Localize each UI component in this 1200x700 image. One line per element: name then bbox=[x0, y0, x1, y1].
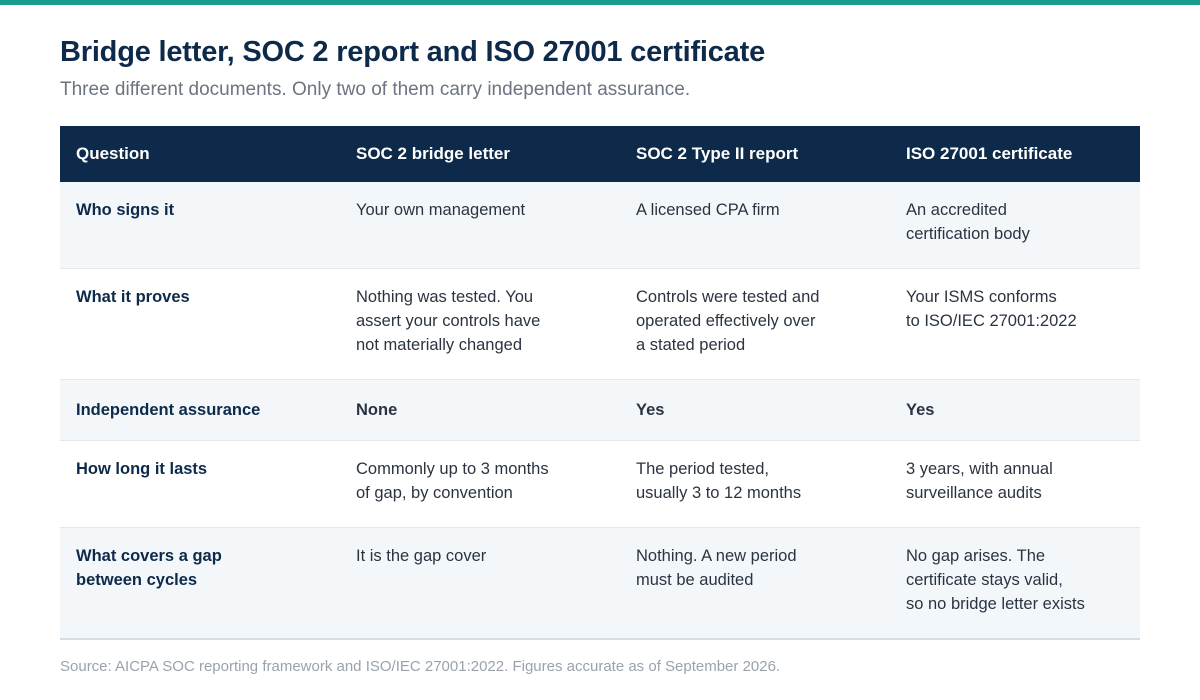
cell-iso-certificate: 3 years, with annual surveillance audits bbox=[890, 440, 1140, 528]
cell-soc2-report: The period tested, usually 3 to 12 months bbox=[620, 440, 890, 528]
cell-iso-certificate: Your ISMS conforms to ISO/IEC 27001:2022 bbox=[890, 268, 1140, 380]
row-question: How long it lasts bbox=[60, 440, 340, 528]
assurance-none-value: None bbox=[340, 379, 620, 441]
page-title: Bridge letter, SOC 2 report and ISO 2700… bbox=[60, 36, 765, 68]
cell-bridge-letter: Nothing was tested. You assert your contr… bbox=[340, 268, 620, 380]
row-question: What covers a gap between cycles bbox=[60, 527, 340, 640]
cell-bridge-letter: Commonly up to 3 months of gap, by conven… bbox=[340, 440, 620, 528]
cell-bridge-letter: Your own management bbox=[340, 182, 620, 269]
assurance-yes-value: Yes bbox=[890, 379, 1140, 441]
cell-bridge-letter: It is the gap cover bbox=[340, 527, 620, 640]
accent-bar bbox=[0, 0, 1200, 5]
table-header: Question SOC 2 bridge letter SOC 2 Type … bbox=[60, 126, 1140, 182]
header-bridge-letter: SOC 2 bridge letter bbox=[356, 144, 510, 163]
row-question: Independent assurance bbox=[60, 379, 340, 441]
cell-soc2-report: A licensed CPA firm bbox=[620, 182, 890, 269]
cell-iso-certificate: No gap arises. The certificate stays vali… bbox=[890, 527, 1140, 640]
header-row: Question SOC 2 bridge letter SOC 2 Type … bbox=[60, 126, 1140, 182]
comparison-table: Question SOC 2 bridge letter SOC 2 Type … bbox=[60, 126, 1140, 640]
header-iso-certificate: ISO 27001 certificate bbox=[906, 144, 1073, 163]
table-row: What it proves Nothing was tested. You as… bbox=[60, 268, 1140, 380]
table-row: What covers a gap between cycles It is th… bbox=[60, 527, 1140, 640]
table-row: Who signs it Your own management A licen… bbox=[60, 182, 1140, 269]
cell-soc2-report: Controls were tested and operated effecti… bbox=[620, 268, 890, 380]
header-soc2-report: SOC 2 Type II report bbox=[636, 144, 799, 163]
header-question: Question bbox=[76, 144, 150, 163]
cell-soc2-report: Nothing. A new period must be audited bbox=[620, 527, 890, 640]
assurance-yes-value: Yes bbox=[620, 379, 890, 441]
cell-iso-certificate: An accredited certification body bbox=[890, 182, 1140, 269]
table-row: How long it lasts Commonly up to 3 month… bbox=[60, 440, 1140, 528]
table-row: Independent assurance None Yes Yes bbox=[60, 379, 1140, 441]
row-question: Who signs it bbox=[60, 182, 340, 269]
source-note: Source: AICPA SOC reporting framework an… bbox=[60, 658, 781, 675]
page-subtitle: Three different documents. Only two of t… bbox=[60, 79, 691, 100]
row-question: What it proves bbox=[60, 268, 340, 380]
